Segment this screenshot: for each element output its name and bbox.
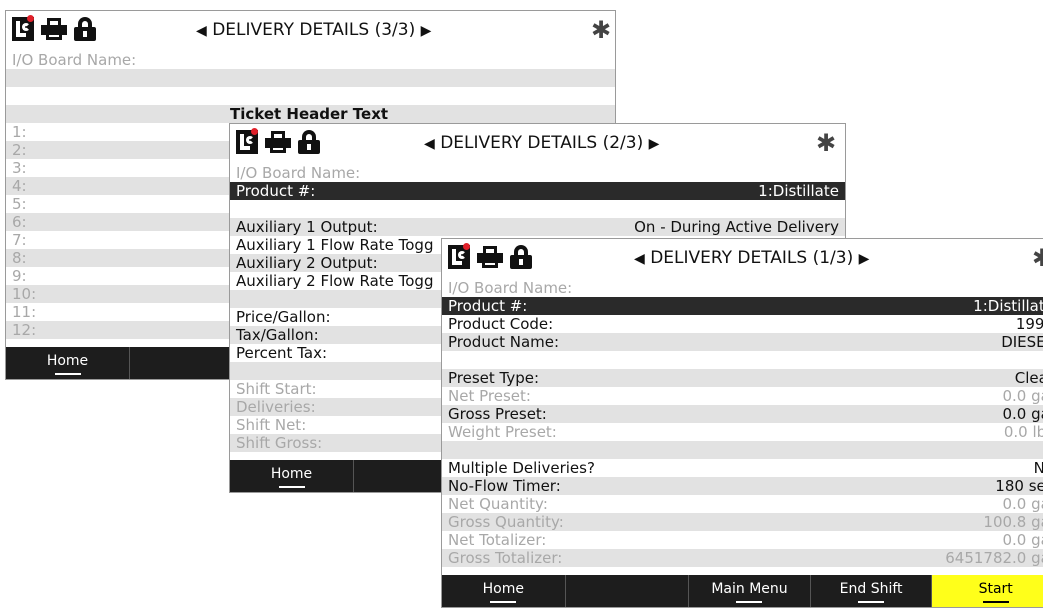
list-item[interactable]: I/O Board Name: [442,279,1043,297]
list-item[interactable]: Preset Type: Clear [442,369,1043,387]
list-item [230,200,845,218]
left-arrow-icon[interactable]: ◀ [424,136,435,152]
left-arrow-icon[interactable]: ◀ [196,23,207,39]
home-button[interactable]: Home [230,460,354,492]
page-title: ◀ DELIVERY DETAILS (2/3) ▶ [424,133,660,153]
list-item[interactable]: Gross Preset: 0.0 gal [442,405,1043,423]
empty-soft-key[interactable] [566,575,690,607]
right-arrow-icon[interactable]: ▶ [859,251,870,267]
row-label: Multiple Deliveries? [448,459,595,477]
row-label: Product Name: [448,333,560,351]
row-label: Gross Quantity: [448,513,564,531]
end-shift-button[interactable]: End Shift [811,575,933,607]
right-arrow-icon[interactable]: ▶ [649,136,660,152]
row-label: I/O Board Name: [448,279,573,297]
printer-icon[interactable] [265,130,291,154]
title-bar: ◀ DELIVERY DETAILS (1/3) ▶ ✱ [442,239,1043,279]
soft-key-bar: Home Main Menu End Shift Start [442,575,1043,607]
list-item [6,69,615,87]
list-item[interactable]: Multiple Deliveries? No [442,459,1043,477]
list-item[interactable]: Product Name: DIESEL [442,333,1043,351]
bluetooth-icon: ✱ [1032,244,1043,272]
list-item[interactable]: Auxiliary 1 Output: On - During Active De… [230,218,845,236]
list-item[interactable]: No-Flow Timer: 180 sec [442,477,1043,495]
row-label: Product Code: [448,315,554,333]
list-item [442,351,1043,369]
row-label: Weight Preset: [448,423,557,441]
section-header: Ticket Header Text [6,105,615,123]
row-label: Preset Type: [448,369,540,387]
row-value: 0.0 gal [1002,495,1043,513]
list-item[interactable]: Gross Totalizer: 6451782.0 gal [442,549,1043,567]
start-button[interactable]: Start [932,575,1043,607]
row-value: 6451782.0 gal [945,549,1043,567]
title-bar: ◀ DELIVERY DETAILS (3/3) ▶ ✱ [6,11,615,51]
lock-icon[interactable] [510,245,532,269]
right-arrow-icon[interactable]: ▶ [421,23,432,39]
row-value: 180 sec [995,477,1043,495]
list-item[interactable]: Weight Preset: 0.0 lbs [442,423,1043,441]
list-item[interactable]: Net Quantity: 0.0 gal [442,495,1043,513]
lc-logo-icon [236,128,258,154]
list-item[interactable]: Net Preset: 0.0 gal [442,387,1043,405]
printer-icon[interactable] [477,245,503,269]
row-value: 0.0 lbs [1003,423,1043,441]
list-item[interactable]: I/O Board Name: [6,51,615,69]
home-button[interactable]: Home [6,347,130,379]
row-label: Gross Preset: [448,405,547,423]
printer-icon[interactable] [41,17,67,41]
row-label: Net Totalizer: [448,531,547,549]
home-button[interactable]: Home [442,575,566,607]
lc-logo-icon [448,243,470,269]
main-menu-button[interactable]: Main Menu [689,575,811,607]
list-item[interactable]: Product #:1:Distillate [230,182,845,200]
list-item[interactable]: Gross Quantity: 100.8 gal [442,513,1043,531]
title-bar: ◀ DELIVERY DETAILS (2/3) ▶ ✱ [230,124,845,164]
lock-icon[interactable] [298,130,320,154]
list-item [6,87,615,105]
list-item[interactable]: I/O Board Name: [230,164,845,182]
row-label: Product #: [448,297,528,315]
list-item[interactable]: Product Code: 1993 [442,315,1043,333]
row-label: Net Preset: [448,387,531,405]
row-value: 100.8 gal [983,513,1043,531]
page-title: ◀ DELIVERY DETAILS (1/3) ▶ [634,248,870,268]
row-label: No-Flow Timer: [448,477,561,495]
row-value: No [1034,459,1043,477]
bluetooth-icon: ✱ [816,129,837,157]
row-label: Gross Totalizer: [448,549,563,567]
bluetooth-icon: ✱ [591,16,612,44]
settings-list: I/O Board Name:Product #:1:DistillatePro… [442,279,1043,567]
row-label: Net Quantity: [448,495,548,513]
row-value: DIESEL [1001,333,1043,351]
delivery-details-screen-1: ◀ DELIVERY DETAILS (1/3) ▶ ✱ I/O Board N… [441,238,1043,608]
lc-logo-icon [12,15,34,41]
page-title: ◀ DELIVERY DETAILS (3/3) ▶ [196,20,432,40]
row-value: 0.0 gal [1002,387,1043,405]
left-arrow-icon[interactable]: ◀ [634,251,645,267]
row-value: Clear [1014,369,1043,387]
list-item[interactable]: Net Totalizer: 0.0 gal [442,531,1043,549]
row-value: 0.0 gal [1002,531,1043,549]
row-value: 0.0 gal [1002,405,1043,423]
list-item[interactable]: Product #: 1:Distillate [442,297,1043,315]
row-value: 1:Distillate [973,297,1043,315]
list-item [442,441,1043,459]
lock-icon[interactable] [74,17,96,41]
row-value: 1993 [1015,315,1043,333]
